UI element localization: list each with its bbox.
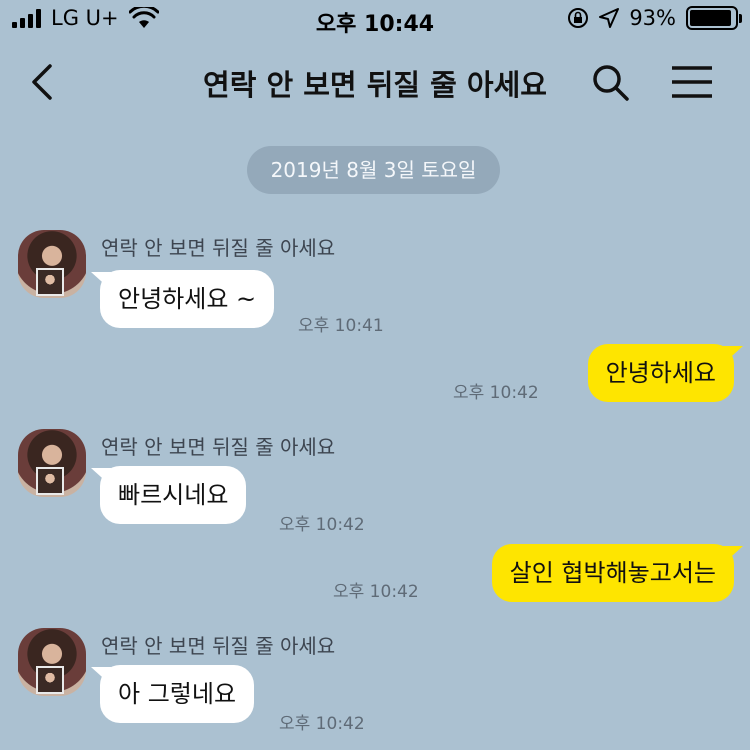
message-bubble-outgoing[interactable]: 안녕하세요 bbox=[587, 344, 734, 402]
message-bubble-outgoing[interactable]: 살인 협박해놓고서는 bbox=[491, 544, 734, 602]
status-bar: LG U+ 오후 10:44 93% bbox=[0, 0, 750, 40]
search-icon[interactable] bbox=[590, 62, 630, 102]
avatar[interactable] bbox=[18, 429, 86, 497]
message-time: 오후 10:42 bbox=[453, 383, 539, 403]
battery-level bbox=[690, 10, 731, 26]
avatar[interactable] bbox=[18, 230, 86, 298]
sender-name: 연락 안 보면 뒤질 줄 아세요 bbox=[101, 634, 336, 658]
rotation-lock-icon bbox=[568, 8, 589, 28]
location-arrow-icon bbox=[599, 8, 620, 28]
sender-name: 연락 안 보면 뒤질 줄 아세요 bbox=[101, 236, 336, 260]
battery-icon bbox=[686, 6, 742, 30]
message-time: 오후 10:42 bbox=[279, 714, 365, 734]
menu-icon[interactable] bbox=[670, 62, 714, 102]
date-divider: 2019년 8월 3일 토요일 bbox=[247, 146, 500, 194]
sender-name: 연락 안 보면 뒤질 줄 아세요 bbox=[101, 435, 336, 459]
message-bubble-incoming[interactable]: 아 그렇네요 bbox=[100, 665, 255, 723]
chat-title: 연락 안 보면 뒤질 줄 아세요 bbox=[203, 68, 547, 102]
message-bubble-incoming[interactable]: 안녕하세요 ~ bbox=[100, 270, 275, 328]
message-bubble-incoming[interactable]: 빠르시네요 bbox=[100, 466, 247, 524]
status-right: 93% bbox=[567, 6, 742, 30]
battery-percent: 93% bbox=[629, 6, 676, 30]
message-time: 오후 10:42 bbox=[333, 582, 419, 602]
message-time: 오후 10:41 bbox=[298, 316, 384, 336]
chat-header: 연락 안 보면 뒤질 줄 아세요 bbox=[0, 40, 750, 124]
message-time: 오후 10:42 bbox=[279, 515, 365, 535]
avatar[interactable] bbox=[18, 628, 86, 696]
